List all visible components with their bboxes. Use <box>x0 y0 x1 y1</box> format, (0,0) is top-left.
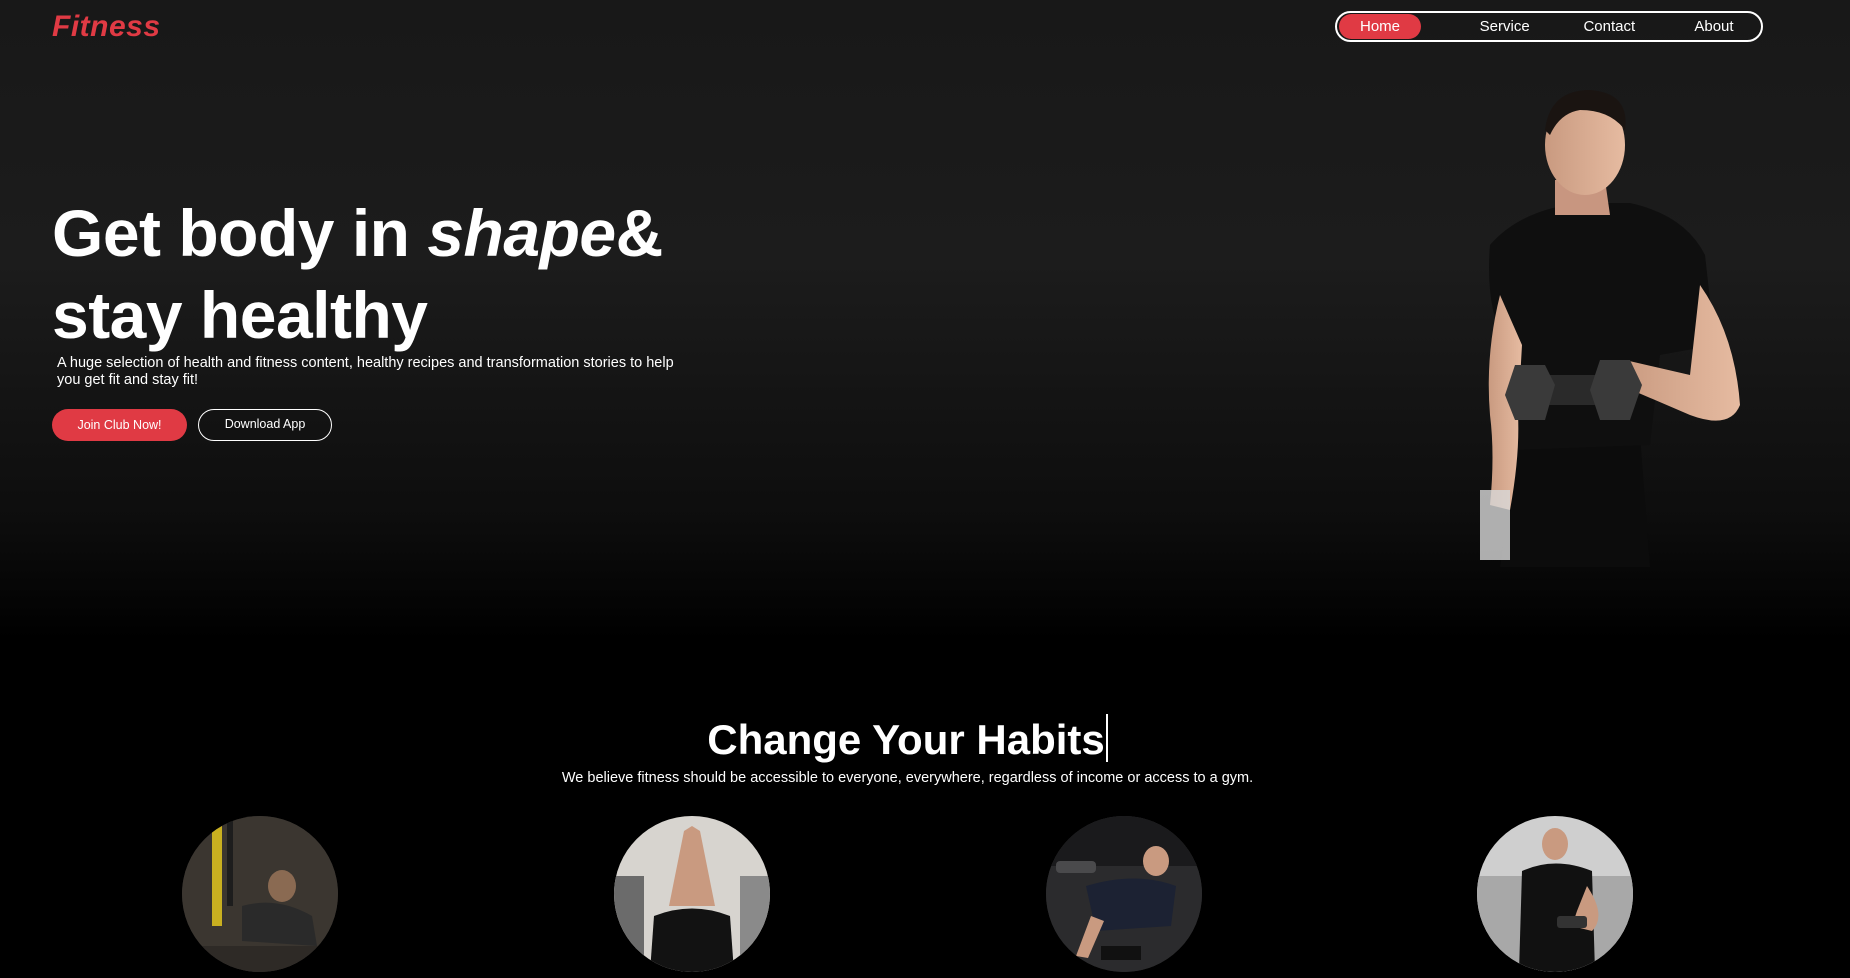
hero-title-part1: Get body in <box>52 196 428 270</box>
nav-contact[interactable]: Contact <box>1568 14 1650 39</box>
main-nav: Home Service Contact About <box>1335 11 1763 42</box>
trx-pushup-image <box>182 816 338 972</box>
dumbbell-row-image <box>1046 816 1202 972</box>
brand-logo[interactable]: Fitness <box>52 10 161 44</box>
hero-title-italic: shape <box>427 196 616 270</box>
nav-service[interactable]: Service <box>1464 14 1546 39</box>
section-title-text: Change Your Habits <box>707 716 1105 763</box>
hero-title: Get body in shape& stay healthy <box>52 192 663 356</box>
man-with-dumbbell-image <box>1460 85 1760 567</box>
nav-home[interactable]: Home <box>1339 14 1421 39</box>
stretching-image <box>614 816 770 972</box>
download-app-button[interactable]: Download App <box>198 409 332 441</box>
section-title: Change Your Habits <box>0 714 1815 764</box>
nav-about[interactable]: About <box>1673 14 1755 39</box>
join-club-button[interactable]: Join Club Now! <box>52 409 187 441</box>
bicep-curl-image <box>1477 816 1633 972</box>
section-description: We believe fitness should be accessible … <box>561 770 1254 786</box>
hero-title-line2: stay healthy <box>52 278 428 352</box>
text-cursor <box>1105 714 1108 762</box>
hero-title-part2: & <box>615 196 664 270</box>
hero-description: A huge selection of health and fitness c… <box>57 355 674 388</box>
